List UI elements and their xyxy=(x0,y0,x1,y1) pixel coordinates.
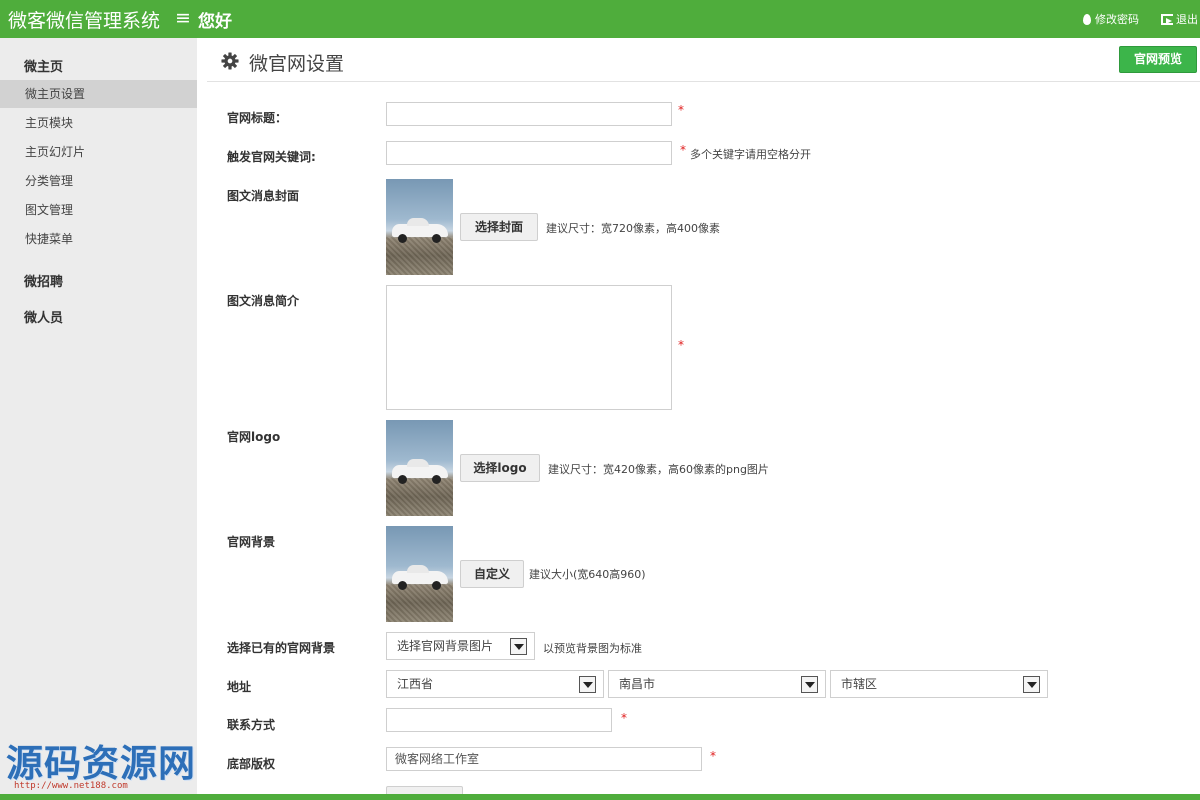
background-label: 官网背景 xyxy=(227,535,276,549)
watermark-url: http://www.net188.com xyxy=(14,781,128,791)
bottom-bar xyxy=(0,794,1200,800)
top-bar: 微客微信管理系统 ≡ 您好 修改密码 退出 xyxy=(0,0,1200,38)
sidebar-item-home-modules[interactable]: 主页模块 xyxy=(0,109,197,137)
city-select[interactable]: 南昌市 xyxy=(608,670,826,698)
sidebar-item-quick-menu[interactable]: 快捷菜单 xyxy=(0,225,197,253)
copyright-input[interactable]: 微客网络工作室 xyxy=(386,747,702,771)
chevron-down-icon xyxy=(510,638,527,655)
custom-background-button[interactable]: 自定义 xyxy=(460,560,524,588)
wheel xyxy=(398,581,407,590)
district-value: 市辖区 xyxy=(841,677,878,691)
required-mark: * xyxy=(680,143,686,157)
chevron-down-icon xyxy=(1023,676,1040,693)
province-value: 江西省 xyxy=(397,677,434,691)
keyword-label: 触发官网关键词: xyxy=(227,150,316,164)
site-title-input[interactable] xyxy=(386,102,672,126)
wheel xyxy=(432,581,441,590)
contact-input[interactable] xyxy=(386,708,612,732)
required-mark: * xyxy=(678,338,684,352)
logo-label: 官网logo xyxy=(227,430,281,444)
logo-hint: 建议尺寸：宽420像素，高60像素的png图片 xyxy=(548,463,769,476)
page-header: 微官网设置 官网预览 xyxy=(207,38,1200,82)
sidebar-group-staff[interactable]: 微人员 xyxy=(24,307,63,326)
gear-icon xyxy=(221,52,239,70)
wheel xyxy=(398,234,407,243)
background-hint: 建议大小(宽640高960) xyxy=(529,568,646,581)
logout-icon[interactable] xyxy=(1161,13,1173,25)
choose-logo-button[interactable]: 选择logo xyxy=(460,454,540,482)
choose-cover-button[interactable]: 选择封面 xyxy=(460,213,538,241)
site-title-label: 官网标题： xyxy=(227,111,288,125)
sidebar-item-home-slides[interactable]: 主页幻灯片 xyxy=(0,138,197,166)
intro-label: 图文消息简介 xyxy=(227,294,300,308)
existing-background-label: 选择已有的官网背景 xyxy=(227,641,336,655)
address-label: 地址 xyxy=(227,680,252,694)
chevron-down-icon xyxy=(579,676,596,693)
sidebar-group-micro-home[interactable]: 微主页 xyxy=(24,56,63,75)
logo-image xyxy=(386,420,453,516)
page-title: 微官网设置 xyxy=(249,53,345,75)
greeting: 您好 xyxy=(198,12,232,32)
background-image xyxy=(386,526,453,622)
keyword-hint: 多个关键字请用空格分开 xyxy=(690,148,811,161)
city-value: 南昌市 xyxy=(619,677,656,691)
required-mark: * xyxy=(621,711,627,725)
existing-background-select[interactable]: 选择官网背景图片 xyxy=(386,632,535,660)
menu-toggle-icon[interactable]: ≡ xyxy=(175,8,191,28)
wheel xyxy=(398,475,407,484)
wheel xyxy=(432,475,441,484)
existing-background-hint: 以预览背景图为标准 xyxy=(543,642,642,655)
sidebar-item-home-settings[interactable]: 微主页设置 xyxy=(0,80,197,108)
cover-hint: 建议尺寸：宽720像素，高400像素 xyxy=(546,222,720,235)
theme-drop-icon[interactable] xyxy=(1083,13,1091,25)
sidebar-item-category[interactable]: 分类管理 xyxy=(0,167,197,195)
cover-image xyxy=(386,179,453,275)
copyright-label: 底部版权 xyxy=(227,757,276,771)
sidebar-item-articles[interactable]: 图文管理 xyxy=(0,196,197,224)
sidebar: 微主页 微主页设置 主页模块 主页幻灯片 分类管理 图文管理 快捷菜单 微招聘 … xyxy=(0,38,197,794)
cover-label: 图文消息封面 xyxy=(227,189,300,203)
logout-link[interactable]: 退出 xyxy=(1176,11,1198,27)
contact-label: 联系方式 xyxy=(227,718,276,732)
sidebar-group-recruit[interactable]: 微招聘 xyxy=(24,271,63,290)
existing-background-value: 选择官网背景图片 xyxy=(397,639,494,653)
district-select[interactable]: 市辖区 xyxy=(830,670,1048,698)
keyword-input[interactable] xyxy=(386,141,672,165)
change-password-link[interactable]: 修改密码 xyxy=(1095,11,1139,27)
chevron-down-icon xyxy=(801,676,818,693)
required-mark: * xyxy=(710,749,716,763)
app-title: 微客微信管理系统 xyxy=(8,10,161,32)
province-select[interactable]: 江西省 xyxy=(386,670,604,698)
watermark-text: 源码资源网 xyxy=(6,742,196,785)
intro-textarea[interactable] xyxy=(386,285,672,410)
wheel xyxy=(432,234,441,243)
top-right-actions: 修改密码 退出 xyxy=(1083,0,1198,38)
site-preview-button[interactable]: 官网预览 xyxy=(1119,46,1197,73)
required-mark: * xyxy=(678,103,684,117)
